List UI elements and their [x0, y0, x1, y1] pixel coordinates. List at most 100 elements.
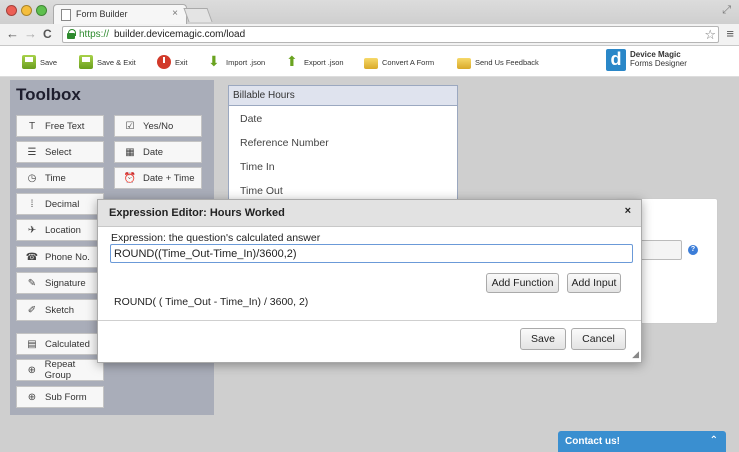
tool-repeat-group[interactable]: ⊕ Repeat Group: [16, 359, 104, 381]
tool-label: Repeat Group: [44, 359, 76, 381]
exit-button[interactable]: Exit: [157, 54, 188, 70]
lock-icon: [67, 29, 76, 39]
pencil-icon: ✐: [27, 304, 37, 316]
close-window-button[interactable]: [6, 5, 17, 16]
expression-label: Expression: the question's calculated an…: [111, 232, 321, 244]
reload-icon[interactable]: C: [43, 27, 52, 41]
tool-time[interactable]: ◷ Time: [16, 167, 104, 189]
tool-label: Sketch: [45, 304, 75, 316]
tool-yes-no[interactable]: ☑ Yes/No: [114, 115, 202, 137]
tab-close-icon[interactable]: ×: [172, 8, 178, 19]
save-icon: [79, 55, 93, 69]
checkbox-icon: ☑: [125, 120, 135, 132]
close-icon[interactable]: ×: [625, 205, 631, 217]
minimize-window-button[interactable]: [21, 5, 32, 16]
form-group-header[interactable]: Billable Hours: [229, 86, 457, 106]
form-question-time-in[interactable]: Time In: [229, 154, 457, 178]
tab-title: Form Builder: [76, 9, 128, 19]
tool-date-time[interactable]: ⏰ Date + Time: [114, 167, 202, 189]
dialog-header[interactable]: Expression Editor: Hours Worked ×: [98, 200, 641, 227]
help-icon[interactable]: ?: [688, 245, 698, 255]
tool-label: Phone No.: [45, 251, 90, 263]
tool-decimal[interactable]: ⁞ Decimal: [16, 193, 104, 215]
form-question-date[interactable]: Date: [229, 106, 457, 130]
tool-label: Time: [45, 172, 66, 184]
new-tab-button[interactable]: [183, 8, 213, 22]
browser-menu-icon[interactable]: ≡: [726, 26, 734, 41]
convert-form-button[interactable]: Convert A Form: [364, 54, 434, 70]
tool-phone-number[interactable]: ☎ Phone No.: [16, 246, 104, 268]
expression-preview: ROUND( ( Time_Out - Time_In) / 3600, 2): [114, 296, 309, 308]
contact-us-label: Contact us!: [565, 436, 620, 447]
import-json-label: Import .json: [226, 57, 266, 67]
back-arrow-icon[interactable]: ←: [6, 27, 19, 41]
forward-arrow-icon[interactable]: →: [24, 27, 37, 41]
tool-calculated[interactable]: ▤ Calculated: [16, 333, 104, 355]
tool-label: Select: [45, 146, 72, 158]
export-json-button[interactable]: Export .json: [286, 53, 344, 70]
address-bar: ← → C https:// builder.devicemagic.com/l…: [0, 24, 739, 46]
logo-subtitle: Forms Designer: [630, 59, 687, 68]
tool-label: Location: [45, 224, 81, 236]
tool-sub-form[interactable]: ⊕ Sub Form: [16, 386, 104, 408]
add-input-button[interactable]: Add Input: [567, 273, 621, 293]
download-arrow-icon: [208, 53, 222, 70]
pen-icon: ✎: [27, 277, 37, 289]
save-exit-button[interactable]: Save & Exit: [79, 54, 136, 70]
send-feedback-label: Send Us Feedback: [475, 57, 539, 67]
save-button[interactable]: Save: [22, 54, 57, 70]
save-icon: [22, 55, 36, 69]
power-icon: [157, 55, 171, 69]
form-question-reference-number[interactable]: Reference Number: [229, 130, 457, 154]
tool-sketch[interactable]: ✐ Sketch: [16, 299, 104, 321]
exit-label: Exit: [175, 57, 188, 67]
logo-mark: d: [606, 49, 626, 71]
cancel-button[interactable]: Cancel: [571, 328, 626, 350]
toolbox-title: Toolbox: [16, 85, 81, 104]
fullscreen-icon[interactable]: ⤢: [722, 4, 731, 17]
tool-free-text[interactable]: T Free Text: [16, 115, 104, 137]
list-icon: ☰: [27, 146, 37, 158]
contact-us-widget[interactable]: Contact us! ⌃: [558, 431, 726, 452]
resize-grip-icon[interactable]: ◢: [632, 349, 639, 360]
url-text: builder.devicemagic.com/load: [114, 29, 246, 40]
dialog-divider: [98, 320, 641, 321]
text-icon: T: [28, 120, 36, 132]
import-json-button[interactable]: Import .json: [208, 53, 266, 70]
tool-date[interactable]: ▦ Date: [114, 141, 202, 163]
phone-icon: ☎: [25, 251, 39, 263]
chevron-up-icon[interactable]: ⌃: [710, 435, 718, 446]
calculator-icon: ▤: [27, 338, 37, 350]
tool-signature[interactable]: ✎ Signature: [16, 272, 104, 294]
add-function-button[interactable]: Add Function: [486, 273, 559, 293]
page-icon: [61, 9, 71, 21]
maximize-window-button[interactable]: [36, 5, 47, 16]
send-feedback-button[interactable]: Send Us Feedback: [457, 54, 539, 70]
tool-label: Calculated: [45, 338, 90, 350]
convert-form-label: Convert A Form: [382, 57, 435, 67]
plus-circle-icon: ⊕: [27, 391, 37, 403]
tool-label: Decimal: [45, 198, 80, 210]
tool-select[interactable]: ☰ Select: [16, 141, 104, 163]
tool-label: Date + Time: [143, 172, 195, 184]
upload-arrow-icon: [286, 53, 300, 70]
save-button[interactable]: Save: [520, 328, 566, 350]
export-json-label: Export .json: [304, 57, 344, 67]
clock-icon: ◷: [27, 172, 37, 184]
tool-label: Yes/No: [143, 120, 174, 132]
browser-tab-bar: Form Builder × ⤢: [0, 0, 739, 24]
folder-icon: [364, 58, 378, 69]
expression-input[interactable]: [110, 244, 633, 263]
app-toolbar: Save Save & Exit Exit Import .json Expor…: [0, 46, 739, 77]
url-scheme: https://: [79, 29, 110, 40]
form-group-billable-hours[interactable]: Billable Hours Date Reference Number Tim…: [228, 85, 458, 210]
url-field[interactable]: https:// builder.devicemagic.com/load ☆: [62, 26, 719, 43]
folder-icon: [457, 58, 471, 69]
bookmark-star-icon[interactable]: ☆: [704, 27, 716, 43]
tool-label: Signature: [45, 277, 86, 289]
browser-tab[interactable]: Form Builder ×: [53, 4, 187, 24]
tool-location[interactable]: ✈ Location: [16, 219, 104, 241]
save-label: Save: [40, 57, 58, 67]
dialog-title: Expression Editor: Hours Worked: [109, 207, 285, 219]
expression-editor-dialog: Expression Editor: Hours Worked × Expres…: [97, 199, 642, 363]
